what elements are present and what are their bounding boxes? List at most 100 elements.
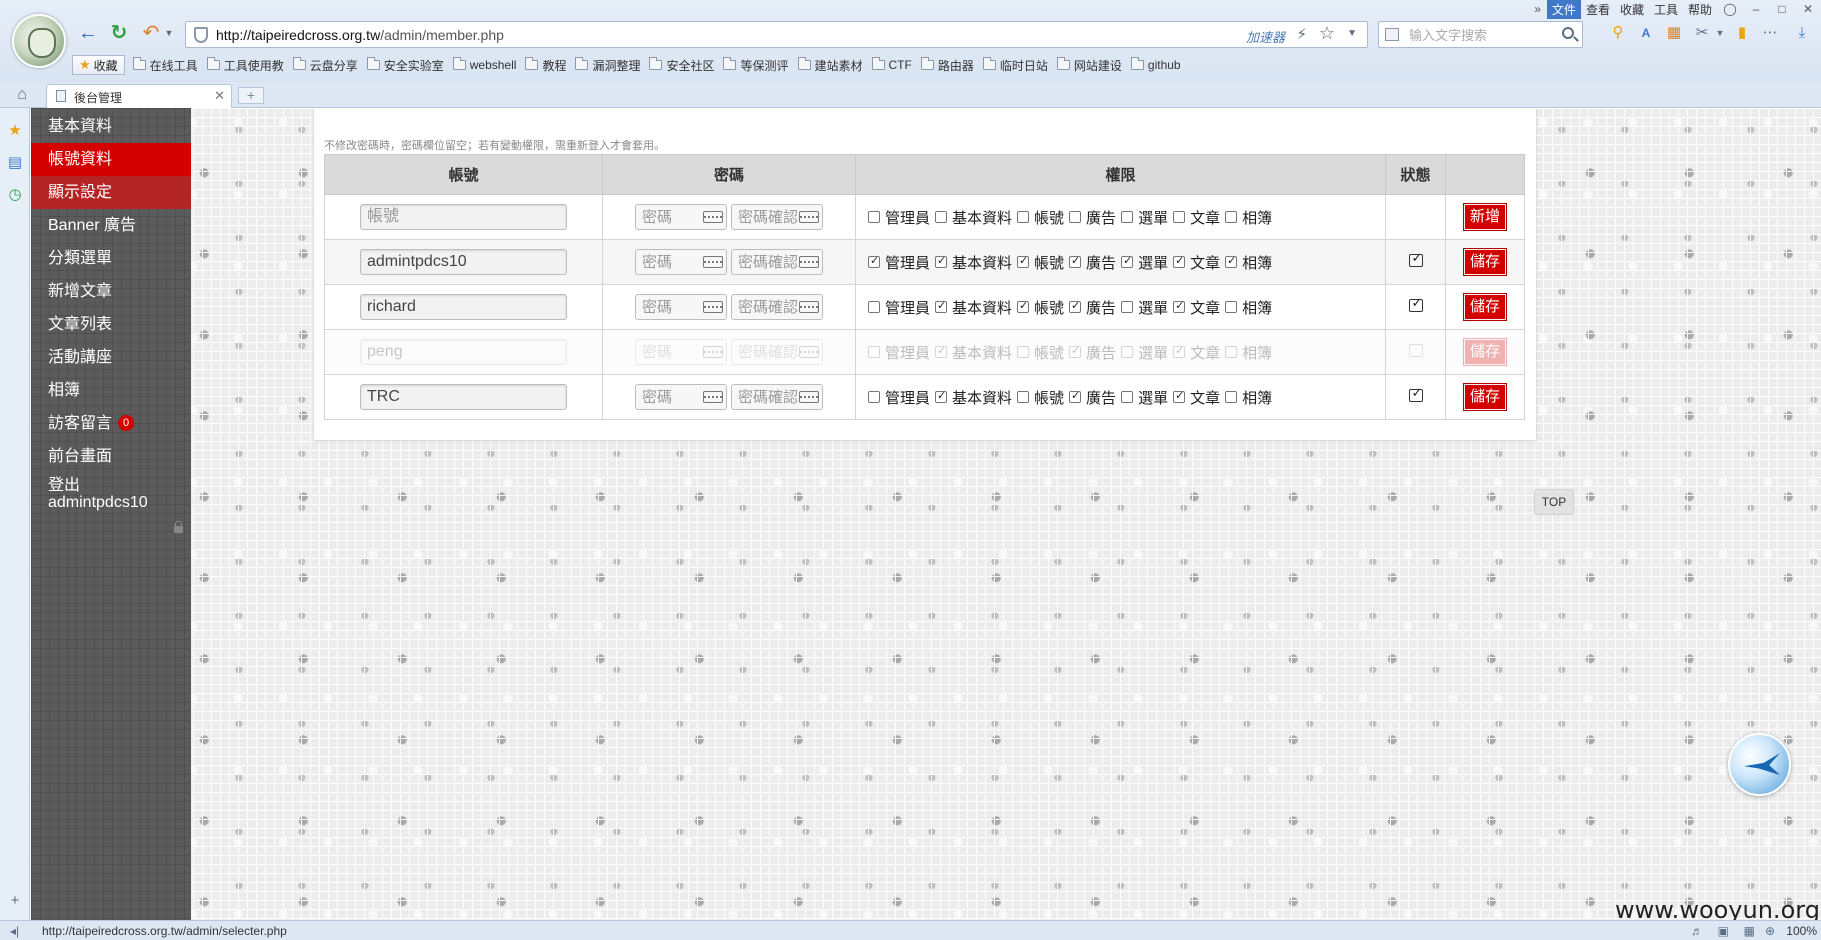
favorites-button[interactable]: ★ 收藏 (72, 55, 125, 75)
close-window-icon[interactable]: ✕ (1795, 2, 1821, 16)
add-button[interactable]: 新增 (1462, 203, 1508, 231)
keyboard-icon[interactable] (703, 346, 723, 358)
permission-option[interactable]: 基本資料 (935, 297, 1012, 318)
sidebar-item[interactable]: 新增文章 (31, 275, 191, 308)
permission-checkbox[interactable] (1225, 346, 1238, 358)
permission-option[interactable]: 文章 (1173, 387, 1220, 408)
menu-view[interactable]: 查看 (1581, 0, 1615, 19)
logout-link[interactable]: 登出 admintpdcs10 (48, 477, 188, 511)
save-button[interactable]: 儲存 (1462, 293, 1508, 321)
permission-checkbox[interactable] (1173, 344, 1186, 358)
tab-admin[interactable]: 後台管理 ✕ (46, 84, 232, 108)
permission-option[interactable]: 基本資料 (935, 387, 1012, 408)
permission-option[interactable]: 廣告 (1069, 342, 1116, 363)
permission-checkbox[interactable] (1017, 391, 1030, 403)
bookmark-item[interactable]: 临时日站 (982, 57, 1048, 74)
reading-list-icon[interactable]: ▤ (6, 154, 24, 172)
url-text[interactable]: http://taipeiredcross.org.tw/admin/membe… (216, 27, 504, 43)
permission-option[interactable]: 廣告 (1069, 387, 1116, 408)
address-dropdown-icon[interactable]: ▼ (1347, 28, 1357, 39)
security-icon[interactable]: ▦ (1744, 924, 1755, 938)
volume-icon[interactable]: ♬ (1691, 924, 1703, 938)
permission-checkbox[interactable] (1069, 211, 1082, 223)
permission-option[interactable]: 基本資料 (935, 252, 1012, 273)
permission-checkbox[interactable] (1017, 299, 1030, 313)
permission-option[interactable]: 選單 (1121, 252, 1168, 273)
permission-checkbox[interactable] (868, 211, 880, 223)
permission-checkbox[interactable] (1225, 254, 1238, 268)
permission-option[interactable]: 管理員 (868, 207, 930, 228)
permission-checkbox[interactable] (1173, 389, 1186, 403)
search-input[interactable] (1409, 26, 1554, 44)
bookmark-item[interactable]: 安全社区 (649, 57, 714, 74)
permission-option[interactable]: 基本資料 (935, 342, 1012, 363)
keyboard-icon[interactable] (703, 211, 723, 223)
undo-dropdown-icon[interactable]: ▼ (164, 22, 174, 44)
permission-option[interactable]: 相簿 (1225, 252, 1272, 273)
permission-option[interactable]: 管理員 (868, 252, 930, 273)
accelerator-label[interactable]: 加速器 (1246, 27, 1285, 46)
bookmark-item[interactable]: webshell (452, 57, 516, 72)
permission-checkbox[interactable] (868, 346, 880, 358)
maximize-icon[interactable]: □ (1769, 2, 1795, 16)
new-tab-button[interactable]: + (238, 87, 264, 104)
permission-option[interactable]: 文章 (1173, 297, 1220, 318)
permission-checkbox[interactable] (1069, 299, 1082, 313)
skin-icon[interactable]: ◯ (1717, 2, 1743, 16)
permission-checkbox[interactable] (1017, 254, 1030, 268)
bookmark-item[interactable]: 网站建设 (1056, 57, 1122, 74)
keyboard-icon[interactable] (799, 256, 819, 268)
bookmark-item[interactable]: 云盘分享 (292, 57, 358, 74)
menu-help[interactable]: 帮助 (1683, 0, 1717, 19)
sidebar-item[interactable]: 文章列表 (31, 308, 191, 341)
permission-option[interactable]: 帳號 (1017, 342, 1064, 363)
sidebar-item[interactable]: 相簿 (31, 374, 191, 407)
permission-checkbox[interactable] (1225, 211, 1238, 223)
bookmark-item[interactable]: 建站素材 (797, 57, 863, 74)
permission-option[interactable]: 廣告 (1069, 207, 1116, 228)
permission-option[interactable]: 管理員 (868, 297, 930, 318)
bookmark-item[interactable]: 安全实验室 (366, 57, 444, 74)
permission-checkbox[interactable] (935, 299, 948, 313)
sidebar-toggle-icon[interactable]: ◂| (10, 924, 19, 938)
permission-checkbox[interactable] (1225, 301, 1238, 313)
keyboard-icon[interactable] (703, 391, 723, 403)
refresh-icon[interactable]: ↻ (108, 22, 130, 44)
sidebar-item[interactable]: 分類選單 (31, 242, 191, 275)
bookmark-item[interactable]: 在线工具 (132, 57, 198, 74)
permission-option[interactable]: 帳號 (1017, 297, 1064, 318)
home-icon[interactable]: ⌂ (13, 86, 31, 104)
sidebar-item[interactable]: 前台畫面 (31, 440, 191, 473)
permission-option[interactable]: 廣告 (1069, 252, 1116, 273)
permission-option[interactable]: 選單 (1121, 297, 1168, 318)
sidebar-item[interactable]: 顯示設定 (31, 176, 191, 209)
permission-checkbox[interactable] (1069, 344, 1082, 358)
permission-option[interactable]: 相簿 (1225, 297, 1272, 318)
lightning-icon[interactable]: ⚡︎ (1296, 25, 1307, 43)
keyboard-icon[interactable] (703, 301, 723, 313)
account-input[interactable] (360, 294, 567, 320)
scissors-dropdown-icon[interactable]: ▼ (1711, 24, 1729, 42)
permission-checkbox[interactable] (1121, 254, 1134, 268)
status-check-icon[interactable] (1408, 385, 1423, 402)
sidebar-item[interactable]: 基本資料 (31, 110, 191, 143)
account-input[interactable] (360, 339, 567, 365)
permission-checkbox[interactable] (1121, 301, 1134, 313)
save-button[interactable]: 儲存 (1462, 383, 1508, 411)
search-icon[interactable] (1562, 27, 1574, 39)
permission-checkbox[interactable] (1173, 254, 1186, 268)
permission-option[interactable]: 選單 (1121, 207, 1168, 228)
keyboard-icon[interactable] (799, 346, 819, 358)
save-button[interactable]: 儲存 (1462, 338, 1508, 366)
permission-checkbox[interactable] (1121, 391, 1134, 403)
sidebar-item[interactable]: 帳號資料 (31, 143, 191, 176)
permission-checkbox[interactable] (1017, 211, 1030, 223)
permission-checkbox[interactable] (935, 389, 948, 403)
permission-option[interactable]: 相簿 (1225, 207, 1272, 228)
keyboard-icon[interactable] (799, 301, 819, 313)
permission-checkbox[interactable] (1121, 211, 1134, 223)
permission-option[interactable]: 文章 (1173, 342, 1220, 363)
status-check-icon[interactable] (1408, 295, 1423, 312)
permission-checkbox[interactable] (1173, 211, 1186, 223)
translate-icon[interactable]: A (1637, 24, 1655, 42)
